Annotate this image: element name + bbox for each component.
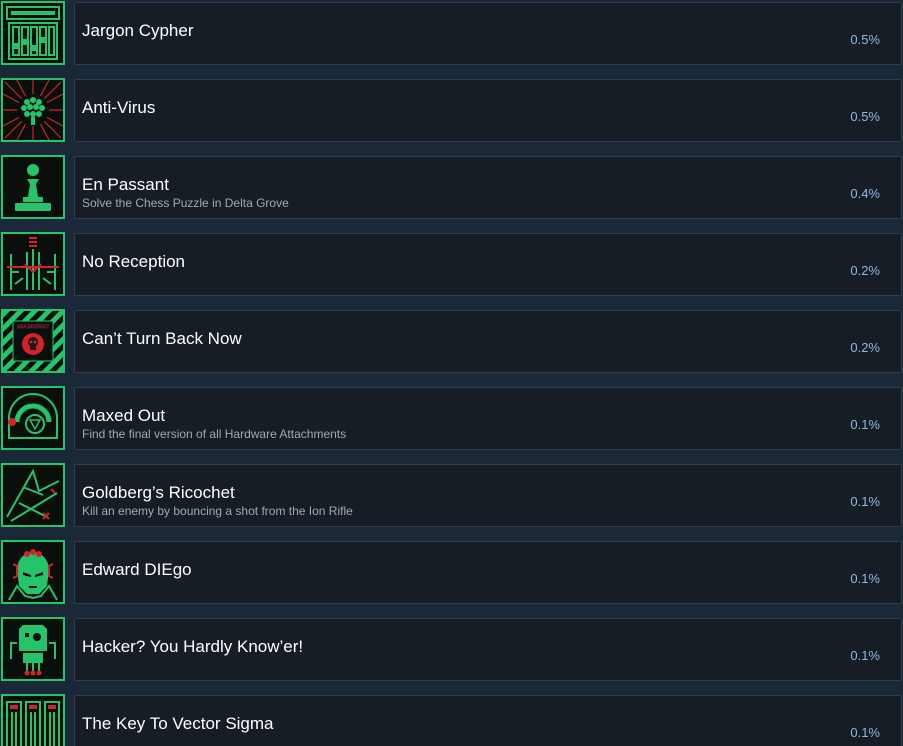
achievement-description: Kill an enemy by bouncing a shot from th… — [82, 504, 353, 518]
achievement-card[interactable]: Maxed Out Find the final version of all … — [74, 387, 902, 450]
achievement-list: Jargon Cypher 0.5% Anti-Virus 0.5% En Pa… — [0, 0, 903, 746]
chess-pawn-icon — [1, 155, 65, 219]
server-rack-icon — [1, 694, 65, 746]
achievement-card[interactable]: Edward DIEgo 0.1% — [74, 541, 902, 604]
achievement-row[interactable]: Anti-Virus 0.5% — [0, 77, 903, 142]
achievement-percent: 0.1% — [850, 725, 880, 740]
achievement-card[interactable]: Jargon Cypher 0.5% — [74, 2, 902, 65]
virus-burst-icon — [1, 78, 65, 142]
achievement-percent: 0.2% — [850, 263, 880, 278]
achievement-row[interactable]: Edward DIEgo 0.1% — [0, 539, 903, 604]
achievement-row[interactable]: Maxed Out Find the final version of all … — [0, 385, 903, 450]
achievement-percent: 0.1% — [850, 494, 880, 509]
achievement-card[interactable]: Can’t Turn Back Now 0.2% — [74, 310, 902, 373]
achievement-row[interactable]: Hacker? You Hardly Know’er! 0.1% — [0, 616, 903, 681]
achievement-percent: 0.2% — [850, 340, 880, 355]
achievement-title: En Passant — [82, 175, 169, 194]
achievement-percent: 0.1% — [850, 417, 880, 432]
achievement-title: Anti-Virus — [82, 98, 156, 117]
hardware-gauge-icon — [1, 386, 65, 450]
achievement-title: Maxed Out — [82, 406, 166, 425]
achievement-row[interactable]: Goldberg’s Ricochet Kill an enemy by bou… — [0, 462, 903, 527]
achievement-row[interactable]: En Passant Solve the Chess Puzzle in Del… — [0, 154, 903, 219]
achievement-percent: 0.5% — [850, 109, 880, 124]
achievement-title: No Reception — [82, 252, 186, 271]
circuit-chip-icon — [1, 617, 65, 681]
achievement-card[interactable]: No Reception 0.2% — [74, 233, 902, 296]
achievement-row[interactable]: Jargon Cypher 0.5% — [0, 0, 903, 65]
achievement-description: Find the final version of all Hardware A… — [82, 427, 347, 441]
achievement-card[interactable]: En Passant Solve the Chess Puzzle in Del… — [74, 156, 902, 219]
svg-text:SELF DESTRUCT: SELF DESTRUCT — [17, 324, 50, 329]
achievement-title: The Key To Vector Sigma — [82, 714, 274, 733]
achievement-percent: 0.4% — [850, 186, 880, 201]
achievement-row[interactable]: SELF DESTRUCT Can’t Turn Back Now 0.2% — [0, 308, 903, 373]
achievement-title: Goldberg’s Ricochet — [82, 483, 235, 502]
achievement-title: Can’t Turn Back Now — [82, 329, 242, 348]
achievement-card[interactable]: Hacker? You Hardly Know’er! 0.1% — [74, 618, 902, 681]
ricochet-shot-icon — [1, 463, 65, 527]
achievement-title: Hacker? You Hardly Know’er! — [82, 637, 304, 656]
cyborg-face-icon — [1, 540, 65, 604]
achievement-percent: 0.1% — [850, 571, 880, 586]
achievement-card[interactable]: Goldberg’s Ricochet Kill an enemy by bou… — [74, 464, 902, 527]
antenna-tower-icon — [1, 232, 65, 296]
achievement-card[interactable]: The Key To Vector Sigma 0.1% — [74, 695, 902, 746]
achievement-title: Jargon Cypher — [82, 21, 194, 40]
achievement-row[interactable]: The Key To Vector Sigma 0.1% — [0, 693, 903, 746]
achievement-percent: 0.5% — [850, 32, 880, 47]
achievement-card[interactable]: Anti-Virus 0.5% — [74, 79, 902, 142]
achievement-description: Solve the Chess Puzzle in Delta Grove — [82, 196, 289, 210]
achievement-title: Edward DIEgo — [82, 560, 192, 579]
keyboard-cypher-icon — [1, 1, 65, 65]
achievement-row[interactable]: No Reception 0.2% — [0, 231, 903, 296]
achievement-percent: 0.1% — [850, 648, 880, 663]
self-destruct-skull-icon: SELF DESTRUCT — [1, 309, 65, 373]
